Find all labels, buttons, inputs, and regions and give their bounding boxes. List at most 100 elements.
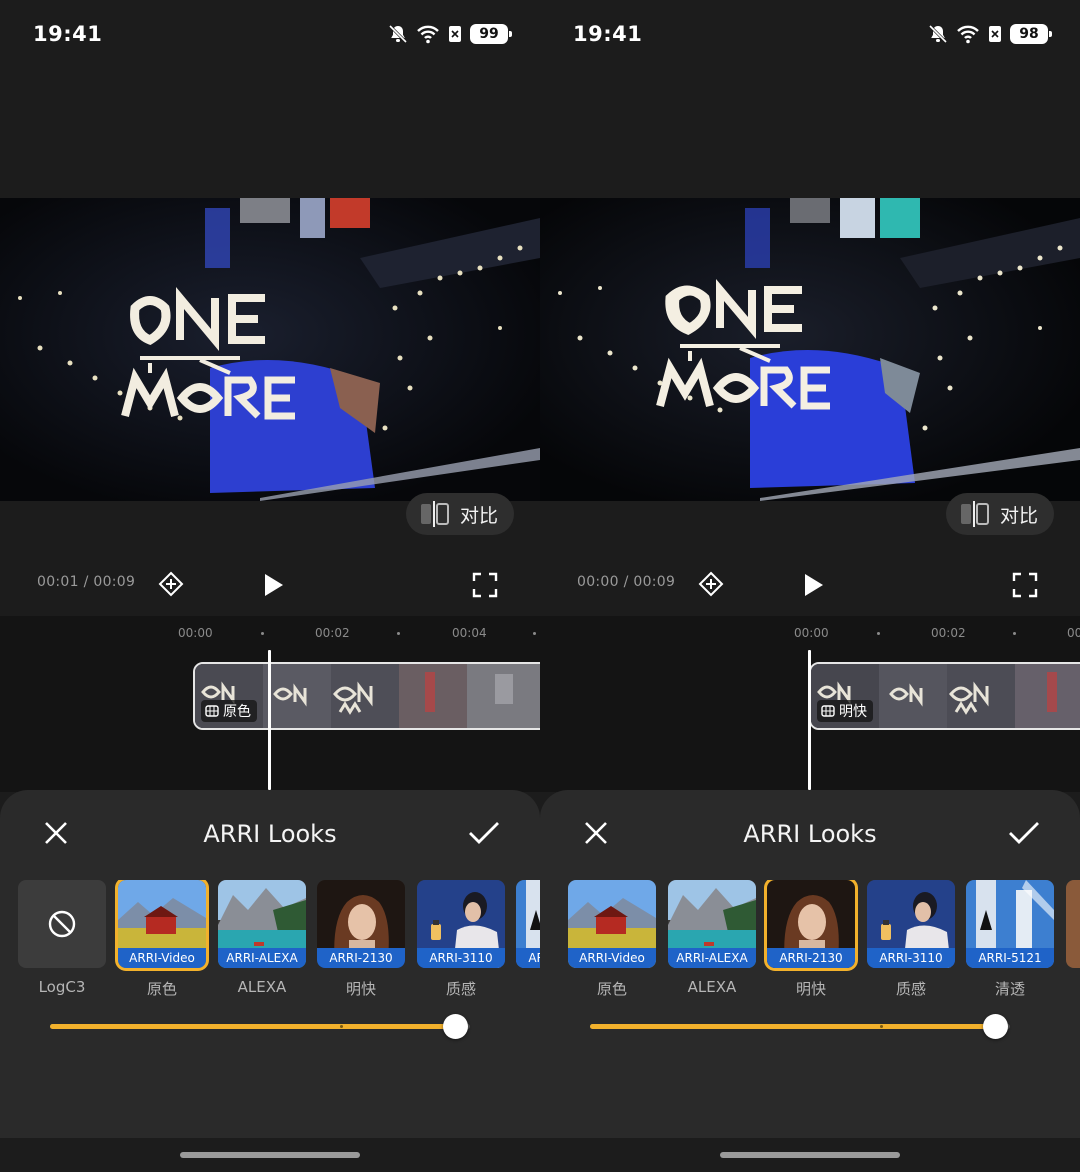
battery-indicator: 98 [1010,24,1052,44]
video-preview[interactable] [0,198,540,501]
look-item-arri-5121[interactable]: ARRI-5121 清透 [516,880,540,999]
bell-muted-icon [388,24,408,44]
video-clip[interactable]: 明快 [809,662,1080,730]
navigation-bar [0,1138,540,1172]
look-badge: ARRI-ALEXA [668,948,756,968]
bell-muted-icon [928,24,948,44]
filter-icon [205,705,219,717]
status-bar: 19:41 99 [0,0,540,70]
look-thumb: ARRI-3110 [867,880,955,968]
look-item-arri-2130[interactable]: ARRI-2130 明快 [764,880,858,999]
ruler-dot [261,632,264,635]
compare-button[interactable]: 对比 [945,493,1054,535]
compare-label: 对比 [999,504,1038,527]
filter-icon [821,705,835,717]
fullscreen-icon[interactable] [472,572,498,598]
home-indicator[interactable] [720,1152,900,1158]
compare-icon [960,501,989,527]
clip-filter-label: 明快 [839,704,867,720]
look-thumb: ARRI-5121 [516,880,540,968]
ruler-label: 00:04 [1067,626,1080,640]
timeline[interactable]: 00:00 00:02 00:04 原色 [0,616,540,792]
playhead[interactable] [268,650,271,790]
compare-button[interactable]: 对比 [405,493,514,535]
status-time: 19:41 [33,22,103,46]
check-icon[interactable] [468,820,500,846]
status-icons: 99 [388,22,512,46]
look-item-arri-2130[interactable]: ARRI-2130 明快 [317,880,405,999]
video-preview[interactable] [540,198,1080,501]
intensity-slider[interactable] [50,1014,470,1039]
check-icon[interactable] [1008,820,1040,846]
sheet-title: ARRI Looks [203,820,337,848]
look-thumb: ARRI-ALEXA [668,880,756,968]
screen-left: 19:41 99 对比 00:01 / 00:09 00:00 00:02 00… [0,0,540,1172]
slider-fill [590,1024,998,1029]
looks-carousel[interactable]: ARRI-Video 原色 ARRI-ALEXA ALEXA ARRI-2130… [540,880,1080,1000]
ruler-dot [1013,632,1016,635]
status-bar: 19:41 98 [540,0,1080,70]
look-badge: ARRI-Video [568,948,656,968]
look-item-next[interactable] [1066,880,1080,968]
preview-frame [540,198,1080,501]
slider-default-mark [880,1025,883,1028]
keyframe-diamond-icon[interactable] [158,571,184,597]
slider-thumb[interactable] [443,1014,468,1039]
play-icon[interactable] [260,572,286,598]
ruler-label: 00:02 [931,626,966,640]
keyframe-diamond-icon[interactable] [698,571,724,597]
clip-filter-tag: 原色 [201,700,257,722]
ruler-dot [533,632,536,635]
home-indicator[interactable] [180,1152,360,1158]
look-item-arri-alexa[interactable]: ARRI-ALEXA ALEXA [218,880,306,996]
look-label: 清透 [516,978,540,999]
look-thumb-image [1066,880,1080,968]
ruler-label: 00:00 [794,626,829,640]
look-thumb: ARRI-2130 [764,880,858,971]
look-badge: ARRI-2130 [317,948,405,968]
look-label: 原色 [596,980,627,998]
look-label: ALEXA [687,978,737,996]
playhead[interactable] [808,650,811,790]
intensity-slider[interactable] [590,1014,1010,1039]
sim-icon [449,26,461,42]
looks-carousel[interactable]: LogC3 ARRI-Video 原色 ARRI-ALEXA ALEXA ARR… [0,880,540,1000]
look-thumb: ARRI-3110 [417,880,505,968]
play-icon[interactable] [800,572,826,598]
look-label: 明快 [795,980,826,998]
look-label: 清透 [994,980,1025,998]
timeline[interactable]: 00:00 00:02 00:04 明快 [540,616,1080,792]
clip-filter-label: 原色 [223,704,251,720]
look-item-arri-3110[interactable]: ARRI-3110 质感 [867,880,955,999]
fullscreen-icon[interactable] [1012,572,1038,598]
compare-icon [420,501,449,527]
look-item-arri-3110[interactable]: ARRI-3110 质感 [417,880,505,999]
look-badge: ARRI-3110 [417,948,505,968]
battery-indicator: 99 [470,24,512,44]
screen-right: 19:41 98 对比 00:00 / 00:09 00:00 00:02 00… [540,0,1080,1172]
look-item-none[interactable]: LogC3 [18,880,106,996]
look-item-arri-video[interactable]: ARRI-Video 原色 [115,880,209,999]
playback-time: 00:01 / 00:09 [37,574,136,590]
status-time: 19:41 [573,22,643,46]
look-label: 质感 [895,980,926,998]
look-label: 明快 [345,980,376,998]
look-item-arri-alexa[interactable]: ARRI-ALEXA ALEXA [668,880,756,996]
look-badge: ARRI-Video [118,948,206,968]
playback-time: 00:00 / 00:09 [577,574,676,590]
sim-icon [989,26,1001,42]
preview-frame [0,198,540,501]
slider-thumb[interactable] [983,1014,1008,1039]
playback-controls: 00:01 / 00:09 [0,560,540,610]
video-clip[interactable]: 原色 [193,662,540,730]
sheet-title: ARRI Looks [743,820,877,848]
look-label: 原色 [146,980,177,998]
look-item-arri-5121[interactable]: ARRI-5121 清透 [966,880,1054,999]
look-label: ALEXA [237,978,287,996]
look-thumb: ARRI-Video [568,880,656,968]
look-thumb: ARRI-ALEXA [218,880,306,968]
look-item-arri-video[interactable]: ARRI-Video 原色 [568,880,656,999]
look-label: 质感 [445,980,476,998]
look-label: LogC3 [38,978,86,996]
compare-label: 对比 [459,504,498,527]
